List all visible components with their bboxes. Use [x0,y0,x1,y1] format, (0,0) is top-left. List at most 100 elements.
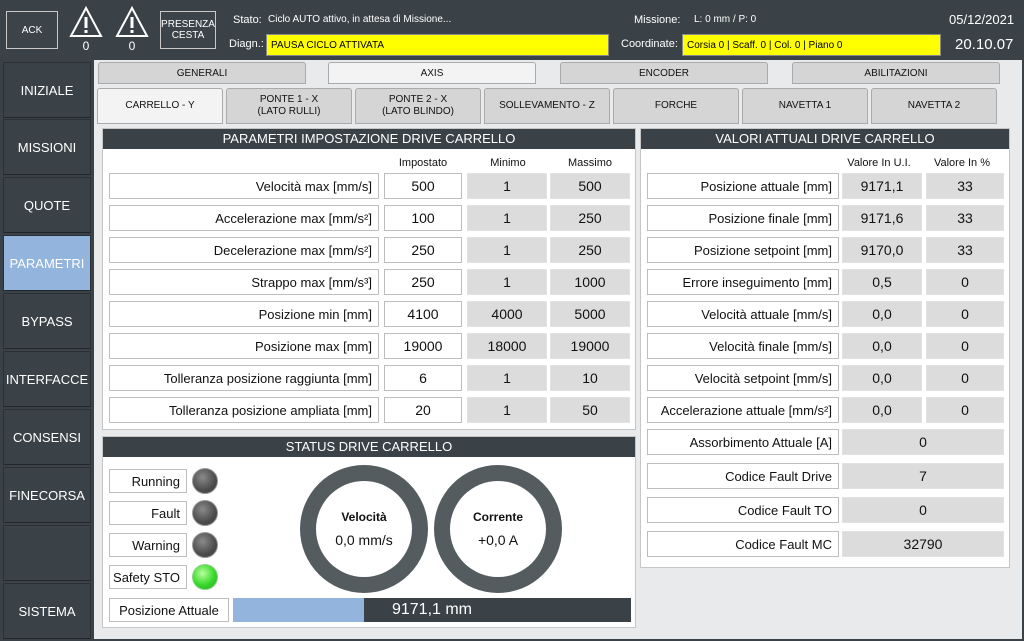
actual-label: Posizione finale [mm] [647,205,839,231]
param-set-input[interactable]: 6 [384,365,462,391]
current-gauge: Corrente +0,0 A [434,465,562,593]
diagn-field: PAUSA CICLO ATTIVATA [266,34,609,56]
tab-navetta-1[interactable]: NAVETTA 1 [742,88,868,124]
ack-label: ACK [21,24,43,36]
actual-pct-value: 33 [926,173,1004,199]
actual-ui-value: 9171,6 [842,205,922,231]
tab-ponte-1-x[interactable]: PONTE 1 - X (LATO RULLI) [226,88,352,124]
warning-icon [69,6,103,37]
actual-ui-value: 9170,0 [842,237,922,263]
tab-line2: (LATO RULLI) [257,106,321,117]
tab-abilitazioni[interactable]: ABILITAZIONI [792,62,1000,84]
tab-line1: FORCHE [654,100,698,111]
param-set-input[interactable]: 250 [384,269,462,295]
actual-label: Codice Fault MC [647,531,839,557]
warning-indicator-2[interactable]: 0 [114,6,150,54]
tab-ponte-2-x[interactable]: PONTE 2 - X (LATO BLINDO) [355,88,481,124]
sidebar-item-label: CONSENSI [13,429,81,445]
tab-navetta-2[interactable]: NAVETTA 2 [871,88,997,124]
tab-axis[interactable]: AXIS [328,62,536,84]
status-led-icon [192,500,218,526]
actual-label: Velocità finale [mm/s] [647,333,839,359]
coordinate-label: Coordinate: [621,38,678,50]
warning-count-1: 0 [82,39,90,53]
tab-label: AXIS [420,67,444,79]
tab-label: ENCODER [638,67,689,79]
sidebar-item-consensi[interactable]: CONSENSI [3,409,91,465]
sidebar-item-finecorsa[interactable]: FINECORSA [3,467,91,523]
actual-pct-value: 33 [926,237,1004,263]
sidebar-item-iniziale[interactable]: INIZIALE [3,62,91,118]
sidebar-item-empty[interactable] [3,525,91,581]
sidebar-item-bypass[interactable]: BYPASS [3,293,91,349]
col-header-minimo: Minimo [490,157,526,169]
col-header-impostato: Impostato [398,157,448,169]
sidebar-item-label: INTERFACCE [5,371,89,387]
col-header-massimo: Massimo [567,157,612,169]
actual-ui-value: 9171,1 [842,173,922,199]
param-max-value: 500 [550,173,630,199]
current-gauge-value: +0,0 A [477,532,519,548]
status-led-icon [192,468,218,494]
tab-line1: CARRELLO - Y [125,100,195,111]
param-min-value: 1 [467,237,547,263]
status-panel: STATUS DRIVE CARRELLO Running Fault Warnin… [102,436,636,628]
param-set-input[interactable]: 19000 [384,333,462,359]
tab-carrello-y[interactable]: CARRELLO - Y [97,88,223,124]
header-bar: ACK 0 0 PRESENZA CESTA Stato: Ciclo AUTO… [0,0,1024,62]
actual-ui-value: 0,5 [842,269,922,295]
warning-indicator-1[interactable]: 0 [68,6,104,54]
main-content: GENERALI AXIS ENCODER ABILITAZIONI CARRE… [94,60,1022,639]
tab-generali[interactable]: GENERALI [98,62,306,84]
current-gauge-title: Corrente [472,510,523,524]
position-bar: 9171,1 mm [233,598,631,622]
missione-value: L: 0 mm / P: 0 [694,14,757,25]
param-set-input[interactable]: 500 [384,173,462,199]
position-label: Posizione Attuale [109,598,229,622]
presenza-cesta-button[interactable]: PRESENZA CESTA [160,11,216,49]
tab-encoder[interactable]: ENCODER [560,62,768,84]
param-min-value: 4000 [467,301,547,327]
param-set-input[interactable]: 4100 [384,301,462,327]
indicator-label: Running [109,469,187,493]
actual-pct-value: 0 [926,269,1004,295]
param-max-value: 19000 [550,333,630,359]
param-set-input[interactable]: 20 [384,397,462,423]
param-set-input[interactable]: 250 [384,237,462,263]
coordinate-field: Corsia 0 | Scaff. 0 | Col. 0 | Piano 0 [682,34,941,56]
tab-sollevamento-z[interactable]: SOLLEVAMENTO - Z [484,88,610,124]
param-min-value: 1 [467,269,547,295]
sidebar-item-label: BYPASS [21,313,73,329]
actual-single-value: 0 [842,497,1004,523]
param-label: Posizione max [mm] [109,333,379,359]
actual-label: Assorbimento Attuale [A] [647,429,839,455]
tab-line1: PONTE 2 - X [388,94,448,105]
param-label: Accelerazione max [mm/s²] [109,205,379,231]
param-max-value: 250 [550,205,630,231]
col-header-pct: Valore In % [933,157,991,169]
actual-single-value: 7 [842,463,1004,489]
actual-label: Codice Fault TO [647,497,839,523]
date-display: 05/12/2021 [949,12,1015,27]
indicator-label: Warning [109,533,187,557]
stato-value: Ciclo AUTO attivo, in attesa di Missione… [268,14,452,25]
sidebar-item-quote[interactable]: QUOTE [3,177,91,233]
sidebar-item-interfacce[interactable]: INTERFACCE [3,351,91,407]
tab-line1: PONTE 1 - X [259,94,319,105]
tab-label: ABILITAZIONI [864,67,928,79]
sidebar-item-parametri[interactable]: PARAMETRI [3,235,91,291]
sidebar-item-label: FINECORSA [9,487,85,503]
ack-button[interactable]: ACK [6,11,58,49]
speed-gauge-value: 0,0 mm/s [335,532,393,548]
tab-forche[interactable]: FORCHE [613,88,739,124]
actual-pct-value: 0 [926,397,1004,423]
param-max-value: 50 [550,397,630,423]
sidebar-item-sistema[interactable]: SISTEMA [3,583,91,639]
sidebar-item-label: PARAMETRI [9,255,85,271]
params-panel: PARAMETRI IMPOSTAZIONE DRIVE CARRELLO Im… [102,128,636,430]
stato-label: Stato: [233,14,262,26]
param-set-input[interactable]: 100 [384,205,462,231]
indicator-label: Fault [109,501,187,525]
actual-title: VALORI ATTUALI DRIVE CARRELLO [641,129,1009,149]
sidebar-item-missioni[interactable]: MISSIONI [3,119,91,175]
